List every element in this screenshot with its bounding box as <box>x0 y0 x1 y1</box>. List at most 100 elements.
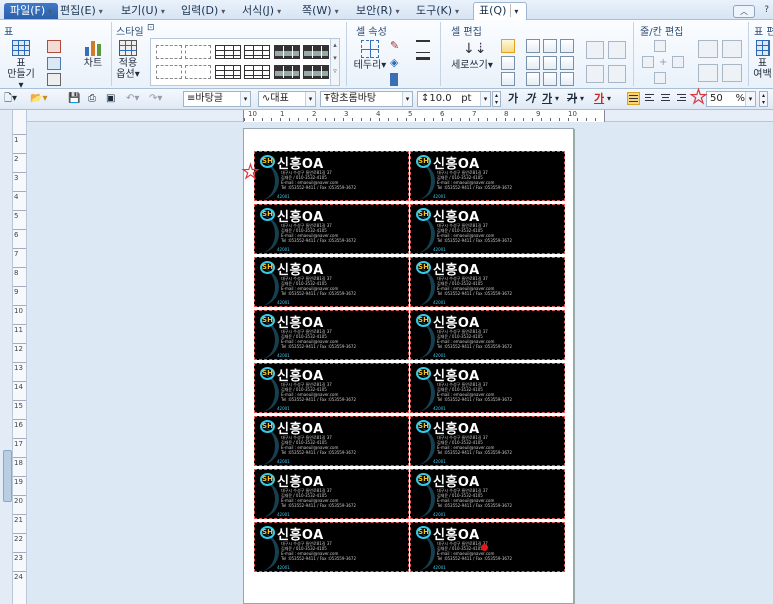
delete-icon[interactable] <box>698 64 718 82</box>
font-size-spinner[interactable]: ▴ ▾ <box>492 91 501 107</box>
business-card[interactable]: SH 신흥OA 대구시 수성구 들안로81길 37 김재윤 / 010-3532-41… <box>254 204 409 254</box>
font-color-button[interactable]: 가 <box>594 92 604 107</box>
font-color-dropdown[interactable]: ▾ <box>607 92 611 107</box>
side-panel-toggle[interactable] <box>3 450 12 502</box>
document-page[interactable]: SH 신흥OA 대구시 수성구 들안로81길 37 김재윤 / 010-3532-41… <box>243 128 574 604</box>
redo-icon[interactable]: ↷▾ <box>149 92 162 107</box>
horizontal-ruler[interactable]: 10 1 2 3 4 5 6 7 8 9 10 <box>243 110 605 122</box>
table-margin-button[interactable]: 표 여백 <box>752 40 773 80</box>
save-icon[interactable]: 💾 <box>68 92 80 107</box>
zoom-field[interactable]: 50 % ▾ <box>706 91 756 107</box>
style-item[interactable] <box>274 65 300 79</box>
business-card[interactable]: SH 신흥OA 대구시 수성구 들안로81길 37 김재윤 / 010-3532-41… <box>410 469 565 519</box>
make-table-button[interactable]: 표 만들기▾ <box>6 40 36 91</box>
cell-align-mid-left[interactable] <box>501 56 515 70</box>
style-item[interactable] <box>185 65 211 79</box>
font-size-field[interactable]: ↕10.0 pt ▾ <box>417 91 491 107</box>
business-card[interactable]: SH 신흥OA 대구시 수성구 들안로81길 37 김재윤 / 010-3532-41… <box>254 257 409 307</box>
style-item[interactable] <box>156 65 182 79</box>
business-card[interactable]: SH 신흥OA 대구시 수성구 들안로81길 37 김재윤 / 010-3532-41… <box>410 363 565 413</box>
underline-button[interactable]: 가 <box>542 92 552 107</box>
cell-align-mid-center[interactable] <box>526 56 540 70</box>
underline-dropdown[interactable]: ▾ <box>555 92 559 107</box>
vertical-text-button[interactable]: ↓⇣ 세로쓰기▾ <box>448 40 496 71</box>
insert-plus-icon[interactable]: + <box>659 56 667 71</box>
distribute-cols-icon[interactable] <box>608 65 626 83</box>
cell-align-bot-left[interactable] <box>501 72 515 86</box>
menu-security[interactable]: 보안(R) ▾ <box>356 3 399 19</box>
cell-align-top-center[interactable] <box>526 39 540 53</box>
chart-button[interactable]: 차트 <box>80 40 106 69</box>
strike-button[interactable]: 가 <box>567 92 577 107</box>
line-weight-icon[interactable] <box>416 57 430 70</box>
insert-col-right-icon[interactable] <box>672 56 684 68</box>
business-card[interactable]: SH 신흥OA 대구시 수성구 들안로81길 37 김재윤 / 010-3532-41… <box>254 416 409 466</box>
cell-shade-icon[interactable] <box>390 73 398 86</box>
style-combo[interactable]: ≡바탕글 ▾ <box>183 91 251 107</box>
cell-align-bot-center[interactable] <box>526 72 540 86</box>
cell-align-top-right[interactable] <box>543 39 557 53</box>
split-cells-icon[interactable] <box>608 41 626 59</box>
cell-align-extra-2[interactable] <box>560 56 574 70</box>
business-card[interactable]: SH 신흥OA 대구시 수성구 들안로81길 37 김재윤 / 010-3532-41… <box>410 204 565 254</box>
style-item[interactable] <box>244 45 270 59</box>
preview-icon[interactable]: ▣ <box>106 92 115 107</box>
cell-align-bot-right[interactable] <box>543 72 557 86</box>
open-folder-icon[interactable]: 📂▾ <box>30 92 47 107</box>
menu-page[interactable]: 쪽(W) ▾ <box>302 3 339 19</box>
line-style-icon[interactable] <box>416 40 430 53</box>
italic-button[interactable]: 가 <box>525 92 535 107</box>
menu-insert[interactable]: 입력(D) ▾ <box>181 3 225 19</box>
undo-icon[interactable]: ↶▾ <box>126 92 139 107</box>
style-item[interactable] <box>156 45 182 59</box>
cell-align-extra-1[interactable] <box>560 39 574 53</box>
business-card[interactable]: SH 신흥OA 대구시 수성구 들안로81길 37 김재윤 / 010-3532-41… <box>410 310 565 360</box>
print-icon[interactable]: ⎙ <box>88 92 96 107</box>
table-select-icon[interactable] <box>47 73 61 86</box>
cell-align-mid-right[interactable] <box>543 56 557 70</box>
border-button[interactable]: 테두리▾ <box>352 40 388 71</box>
strike-dropdown[interactable]: ▾ <box>580 92 584 107</box>
menu-table[interactable]: 표(Q) ▾ <box>473 2 528 20</box>
business-card[interactable]: SH 신흥OA 대구시 수성구 들안로81길 37 김재윤 / 010-3532-41… <box>254 363 409 413</box>
business-card[interactable]: SH 신흥OA 대구시 수성구 들안로81길 37 김재윤 / 010-3532-41… <box>254 522 409 572</box>
menu-format[interactable]: 서식(J) ▾ <box>242 3 281 19</box>
ribbon-collapse-button[interactable]: ︿ <box>733 5 755 18</box>
table-style-gallery[interactable]: ▴ ▾ ▿ <box>150 38 340 86</box>
style-item[interactable] <box>303 65 329 79</box>
bold-button[interactable]: 가 <box>508 92 518 107</box>
menu-tools[interactable]: 도구(K) ▾ <box>416 3 459 19</box>
style-dialog-icon[interactable]: ⊡ <box>147 23 155 33</box>
font-combo[interactable]: Ŧ함초롬바탕 ▾ <box>320 91 413 107</box>
cell-align-top-left[interactable] <box>501 39 515 53</box>
distribute-rows-icon[interactable] <box>586 65 604 83</box>
fill-color-icon[interactable]: ◈ <box>390 56 404 69</box>
pen-color-icon[interactable]: ✎ <box>390 39 404 52</box>
gallery-scrollbar[interactable]: ▴ ▾ ▿ <box>330 39 339 85</box>
align-left-icon[interactable] <box>644 92 657 105</box>
style-item[interactable] <box>274 45 300 59</box>
business-card[interactable]: SH 신흥OA 대구시 수성구 들안로81길 37 김재윤 / 010-3532-41… <box>410 257 565 307</box>
zoom-spinner[interactable]: ▴ ▾ <box>759 91 768 107</box>
business-card[interactable]: SH 신흥OA 대구시 수성구 들안로81길 37 김재윤 / 010-3532-41… <box>410 416 565 466</box>
menu-view[interactable]: 보기(U) ▾ <box>121 3 165 19</box>
cell-align-extra-3[interactable] <box>560 72 574 86</box>
merge-cells-icon[interactable] <box>586 41 604 59</box>
align-center-icon[interactable] <box>660 92 673 105</box>
insert-row-below-icon[interactable] <box>654 72 666 84</box>
table-edit-icon[interactable] <box>47 40 61 53</box>
table-props-icon[interactable] <box>722 64 742 82</box>
help-button[interactable]: ? <box>764 5 769 15</box>
menu-edit[interactable]: 편집(E) ▾ <box>60 3 103 19</box>
business-card[interactable]: SH 신흥OA 대구시 수성구 들안로81길 37 김재윤 / 010-3532-41… <box>254 469 409 519</box>
insert-row-above-icon[interactable] <box>654 40 666 52</box>
document-area[interactable]: SH 신흥OA 대구시 수성구 들안로81길 37 김재윤 / 010-3532-41… <box>28 123 773 604</box>
style-item[interactable] <box>215 65 241 79</box>
delete-row-icon[interactable] <box>698 40 718 58</box>
align-right-icon[interactable] <box>676 92 689 105</box>
style-item[interactable] <box>303 45 329 59</box>
style-item[interactable] <box>185 45 211 59</box>
business-card[interactable]: SH 신흥OA 대구시 수성구 들안로81길 37 김재윤 / 010-3532-41… <box>254 151 409 201</box>
business-card[interactable]: SH 신흥OA 대구시 수성구 들안로81길 37 김재윤 / 010-3532-41… <box>410 151 565 201</box>
delete-col-icon[interactable] <box>722 40 742 58</box>
